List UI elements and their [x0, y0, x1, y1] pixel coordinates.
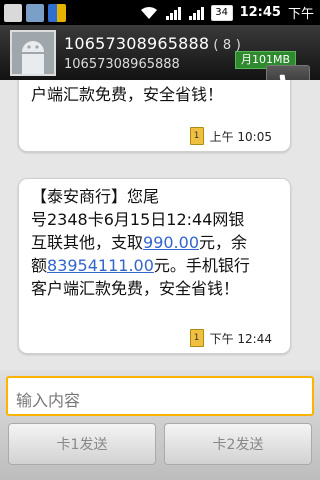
notification-icons — [0, 3, 66, 22]
battery-level: 34 — [210, 4, 233, 21]
message-bubble[interactable]: 户端汇款免费，安全省钱！ 1 上午 10:05 — [18, 80, 291, 152]
send-sim1-button[interactable]: 卡1发送 — [8, 423, 156, 465]
status-time: 12:45 — [239, 5, 281, 20]
status-bar: 34 12:45 下午 — [0, 0, 320, 25]
signal-icon-2 — [188, 6, 204, 20]
message-line: 客户端汇款免费，安全省钱！ — [31, 279, 240, 298]
contact-number: 10657308965888 — [64, 34, 210, 53]
sim-card-icon: 1 — [189, 329, 204, 347]
weather-icon — [26, 3, 44, 22]
compose-area: 输入内容 卡1发送 卡2发送 — [0, 370, 320, 480]
amount-link[interactable]: 990.00 — [143, 233, 199, 252]
sms-notification-icon — [4, 3, 22, 22]
wifi-icon — [140, 6, 157, 19]
message-time: 下午 12:44 — [209, 331, 272, 346]
contact-avatar[interactable] — [10, 30, 56, 76]
contact-subtitle: 10657308965888 — [64, 57, 180, 72]
message-input[interactable]: 输入内容 — [6, 376, 314, 416]
send-sim2-button[interactable]: 卡2发送 — [164, 423, 312, 465]
shield-icon — [48, 3, 66, 22]
status-ampm: 下午 — [287, 7, 314, 22]
message-line: 元。手机银行 — [153, 256, 250, 275]
sim-card-icon: 1 — [189, 127, 204, 145]
message-meta: 1 上午 10:05 — [189, 127, 272, 145]
signal-icon — [165, 6, 181, 20]
message-line: 额 — [31, 256, 48, 275]
message-line: 互联其他，支取 — [31, 233, 144, 252]
message-list[interactable]: 户端汇款免费，安全省钱！ 1 上午 10:05 【泰安商行】您尾 号2348卡6… — [0, 80, 320, 370]
input-placeholder: 输入内容 — [16, 391, 81, 410]
message-line: 【泰安商行】您尾 — [31, 187, 160, 206]
message-meta: 1 下午 12:44 — [189, 329, 272, 347]
message-text: 户端汇款免费，安全省钱！ — [31, 85, 224, 104]
message-bubble[interactable]: 【泰安商行】您尾 号2348卡6月15日12:44网银 互联其他，支取990.0… — [18, 178, 291, 354]
message-line: 元，余 — [199, 233, 248, 252]
balance-link[interactable]: 83954111.00 — [47, 256, 154, 275]
conversation-title: 10657308965888( 8 ) — [64, 34, 241, 53]
message-time: 上午 10:05 — [209, 129, 272, 144]
conversation-header: 10657308965888( 8 ) 10657308965888 月101M… — [0, 25, 320, 101]
android-avatar-icon — [22, 41, 44, 74]
message-line: 号2348卡6月15日12:44网银 — [31, 210, 245, 229]
